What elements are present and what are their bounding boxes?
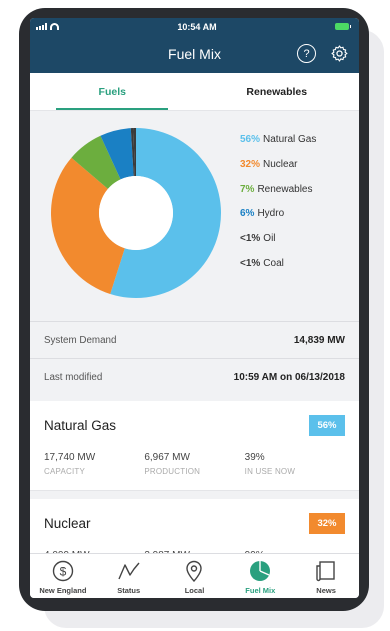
fuel-name: Natural Gas xyxy=(44,418,117,433)
legend-pct: 32% xyxy=(240,158,261,170)
bottom-tab-bar: $ New England Status Local Fuel Mix News xyxy=(30,553,359,598)
production-value: 6,967 MW xyxy=(144,452,190,463)
wifi-icon xyxy=(50,23,59,30)
legend-pct: 7% xyxy=(240,183,255,195)
fuel-name: Nuclear xyxy=(44,516,91,531)
production-label: PRODUCTION xyxy=(144,467,201,476)
status-bar: 10:54 AM xyxy=(30,18,359,35)
last-modified-label: Last modified xyxy=(44,371,103,383)
legend-pct: <1% xyxy=(240,257,261,269)
active-tab-indicator xyxy=(56,108,168,110)
chart-legend: 56% Natural Gas 32% Nuclear 7% Renewables 6… xyxy=(240,128,316,277)
legend-pct: <1% xyxy=(240,233,261,245)
gear-icon[interactable] xyxy=(330,44,349,63)
legend-pct: 6% xyxy=(240,208,255,220)
capacity-label: CAPACITY xyxy=(44,467,86,476)
tabbar-label: Status xyxy=(117,586,141,595)
segment-tabs: Fuels Renewables xyxy=(30,73,359,111)
legend-item: <1% Coal xyxy=(240,252,316,277)
tabbar-label: Fuel Mix xyxy=(245,586,276,595)
svg-text:$: $ xyxy=(60,565,67,579)
tabbar-item-news[interactable]: News xyxy=(293,554,359,598)
nav-bar: Fuel Mix ? xyxy=(30,35,359,73)
percent-badge: 32% xyxy=(309,513,345,534)
tabbar-item-local[interactable]: Local xyxy=(162,554,228,598)
fuel-card-natural-gas[interactable]: Natural Gas 56% 17,740 MW CAPACITY 6,967 … xyxy=(30,401,359,491)
battery-icon xyxy=(335,23,351,30)
legend-label: Oil xyxy=(263,233,276,245)
legend-pct: 56% xyxy=(240,134,261,145)
legend-item: 6% Hydro xyxy=(240,202,316,227)
dollar-circle-icon: $ xyxy=(52,560,74,582)
legend-label: Natural Gas xyxy=(263,134,317,145)
last-modified-row: Last modified 10:59 AM on 06/13/2018 xyxy=(30,359,359,395)
last-modified-value: 10:59 AM on 06/13/2018 xyxy=(233,371,345,383)
tabbar-item-status[interactable]: Status xyxy=(96,554,162,598)
system-demand-value: 14,839 MW xyxy=(293,334,345,346)
capacity-value: 17,740 MW xyxy=(44,452,96,463)
app-screen: 10:54 AM Fuel Mix ? Fuels Renewables 56%… xyxy=(30,18,359,598)
tabbar-item-new-england[interactable]: $ New England xyxy=(30,554,96,598)
legend-label: Hydro xyxy=(257,208,285,220)
system-demand-row: System Demand 14,839 MW xyxy=(30,322,359,358)
news-icon xyxy=(316,561,335,582)
legend-label: Renewables xyxy=(257,183,313,195)
tab-fuels[interactable]: Fuels xyxy=(30,73,195,110)
legend-item: <1% Oil xyxy=(240,227,316,252)
system-demand-label: System Demand xyxy=(44,334,117,346)
legend-item: 7% Renewables xyxy=(240,178,316,203)
donut-chart xyxy=(50,128,221,298)
tabbar-label: News xyxy=(316,586,336,595)
legend-item: 56% Natural Gas xyxy=(240,128,316,153)
legend-label: Nuclear xyxy=(263,158,298,170)
donut-hole xyxy=(99,176,173,250)
tabbar-item-fuel-mix[interactable]: Fuel Mix xyxy=(227,554,293,598)
map-pin-icon xyxy=(186,560,203,583)
percent-badge: 56% xyxy=(309,415,345,436)
in-use-label: IN USE NOW xyxy=(244,467,296,476)
fuel-mix-chart: 56% Natural Gas 32% Nuclear 7% Renewables 6… xyxy=(30,111,359,321)
tab-renewables[interactable]: Renewables xyxy=(195,73,360,110)
legend-label: Coal xyxy=(263,257,284,269)
legend-item: 32% Nuclear xyxy=(240,153,316,178)
page-title: Fuel Mix xyxy=(168,46,221,62)
tabbar-label: Local xyxy=(184,586,205,595)
tabbar-label: New England xyxy=(39,586,87,595)
status-time: 10:54 AM xyxy=(177,21,217,32)
trend-line-icon xyxy=(118,562,140,580)
signal-icon xyxy=(36,23,47,30)
in-use-value: 39% xyxy=(244,452,265,463)
help-icon[interactable]: ? xyxy=(297,44,316,63)
pie-chart-icon xyxy=(250,561,271,581)
